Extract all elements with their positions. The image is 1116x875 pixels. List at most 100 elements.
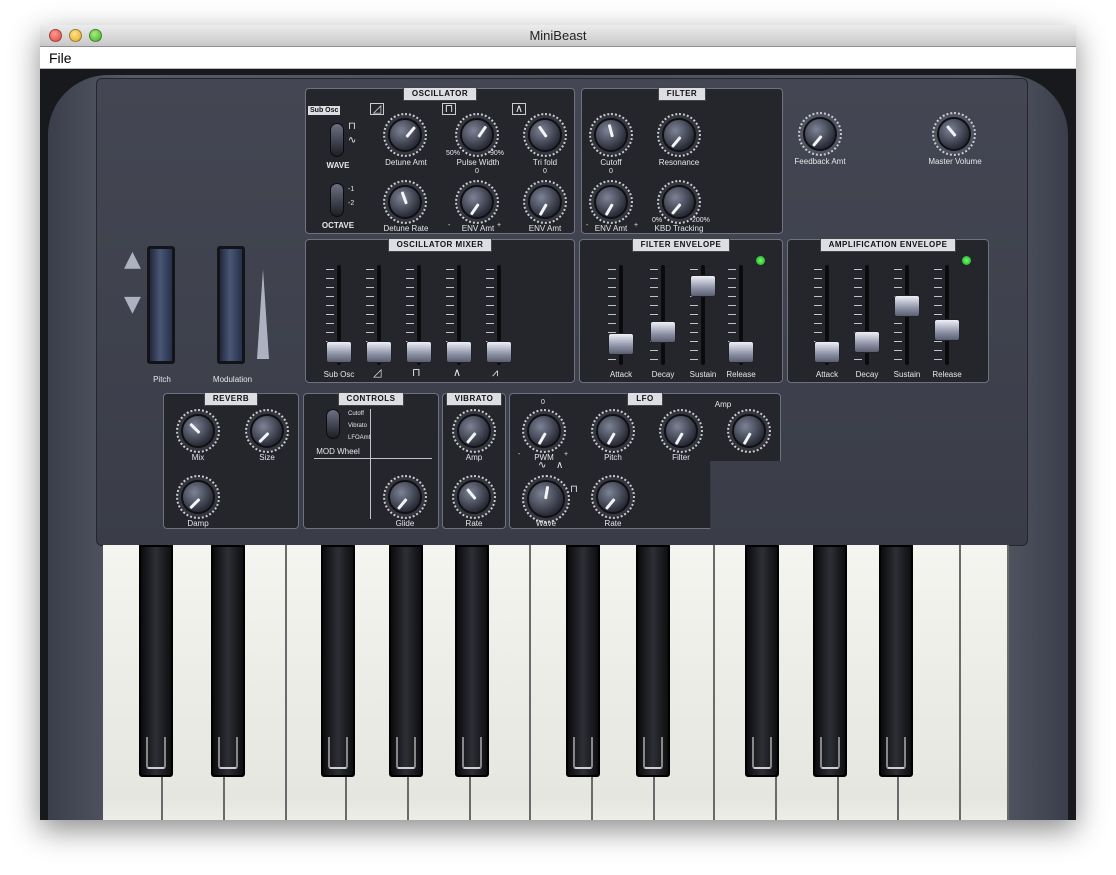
master-volume-knob[interactable] <box>932 112 976 156</box>
lfo-rate-knob[interactable] <box>591 475 635 519</box>
fader-tick <box>934 278 942 279</box>
fader-cap[interactable] <box>326 341 352 363</box>
lfo-pitch-knob[interactable] <box>591 409 635 453</box>
fader-cap[interactable] <box>894 295 920 318</box>
tri-fold-knob[interactable] <box>523 113 567 157</box>
fader-tick <box>934 359 942 360</box>
feedback-amt-knob[interactable] <box>798 112 842 156</box>
lfo-wave-knob[interactable] <box>522 475 570 523</box>
zoom-button[interactable] <box>89 29 102 42</box>
wave-switch[interactable] <box>330 123 344 157</box>
mixer-fader-saw[interactable] <box>366 265 392 365</box>
pitch-down-arrow-icon: ▼ <box>124 292 141 317</box>
fader-tick <box>406 269 414 270</box>
reverb-damp-knob[interactable] <box>176 475 220 519</box>
fader-cap[interactable] <box>650 321 676 343</box>
close-button[interactable] <box>49 29 62 42</box>
detune-amt-knob[interactable] <box>383 113 427 157</box>
lfo-filter-knob[interactable] <box>659 409 703 453</box>
kbd-tracking-knob[interactable] <box>657 180 701 224</box>
octave-label: OCTAVE <box>321 221 355 230</box>
black-key[interactable] <box>745 545 779 777</box>
octave-minus-1: -1 <box>348 186 355 193</box>
mixer-fader-square[interactable] <box>406 265 432 365</box>
fader-cap[interactable] <box>446 341 472 363</box>
resonance-label: Resonance <box>658 158 700 167</box>
title-bar: MiniBeast <box>40 25 1076 47</box>
filter-env-decay-fader[interactable] <box>650 265 676 365</box>
pitch-wheel[interactable] <box>147 246 175 364</box>
amp-env-attack-fader[interactable] <box>814 265 840 365</box>
amp-env-decay-fader[interactable] <box>854 265 880 365</box>
fader-cap[interactable] <box>608 333 634 355</box>
fader-tick <box>608 359 616 360</box>
cutoff-label: Cutoff <box>600 158 622 167</box>
black-key[interactable] <box>813 545 847 777</box>
lfo-amp-knob[interactable] <box>727 409 771 453</box>
filter-env-sustain-fader[interactable] <box>690 265 716 365</box>
modulation-wheel[interactable] <box>217 246 245 364</box>
black-key[interactable] <box>139 545 173 777</box>
fader-cap[interactable] <box>690 274 716 297</box>
vibrato-rate-knob[interactable] <box>452 475 496 519</box>
amp-env-sustain-fader[interactable] <box>894 265 920 365</box>
fader-tick <box>446 305 454 306</box>
white-key[interactable] <box>961 545 1009 820</box>
fader-tick <box>728 287 736 288</box>
fader-cap[interactable] <box>406 341 432 363</box>
osc-env-amt-knob[interactable] <box>455 180 499 224</box>
detune-rate-label: Detune Rate <box>383 224 429 233</box>
tri-env-amt-knob[interactable] <box>523 180 567 224</box>
amp-env-release-fader[interactable] <box>934 265 960 365</box>
minimize-button[interactable] <box>69 29 82 42</box>
black-key[interactable] <box>389 545 423 777</box>
filter-env-attack-fader[interactable] <box>608 265 634 365</box>
octave-switch[interactable] <box>330 183 344 217</box>
fader-cap[interactable] <box>854 330 880 353</box>
fader-tick <box>690 332 698 333</box>
amp-env-sustain-label: Sustain <box>893 370 921 379</box>
filter-env-attack-label: Attack <box>609 370 633 379</box>
lfo-rate-label: Rate <box>604 519 622 528</box>
black-key[interactable] <box>211 545 245 777</box>
fader-tick <box>326 287 334 288</box>
vibrato-amp-knob[interactable] <box>452 409 496 453</box>
tri-env-amt-label: ENV Amt <box>528 224 562 233</box>
detune-rate-knob[interactable] <box>383 180 427 224</box>
fader-cap[interactable] <box>486 341 512 363</box>
fader-cap[interactable] <box>366 341 392 363</box>
menu-file[interactable]: File <box>40 50 72 66</box>
fader-tick <box>608 269 616 270</box>
pw-min-label: 50% <box>446 150 461 157</box>
reverb-title: REVERB <box>203 392 259 406</box>
fader-tick <box>728 278 736 279</box>
mixer-fader-sub-osc[interactable] <box>326 265 352 365</box>
black-key[interactable] <box>566 545 600 777</box>
fader-cap[interactable] <box>934 319 960 342</box>
fader-tick <box>650 359 658 360</box>
vibrato-section: VIBRATO Amp Rate <box>442 392 506 529</box>
glide-knob[interactable] <box>383 475 427 519</box>
mod-wheel-switch[interactable] <box>326 409 340 439</box>
reverb-size-knob[interactable] <box>245 409 289 453</box>
mixer-fader-triangle[interactable] <box>446 265 472 365</box>
fader-tick <box>934 341 942 342</box>
lfo-pwm-knob[interactable] <box>522 409 566 453</box>
fader-tick <box>486 269 494 270</box>
filter-env-release-fader[interactable] <box>728 265 754 365</box>
black-key[interactable] <box>879 545 913 777</box>
fader-cap[interactable] <box>728 341 754 363</box>
mixer-fader-noise[interactable] <box>486 265 512 365</box>
filter-env-amt-knob[interactable] <box>589 180 633 224</box>
reverb-mix-knob[interactable] <box>176 409 220 453</box>
fader-cap[interactable] <box>814 341 840 363</box>
pulse-width-knob[interactable] <box>455 113 499 157</box>
cutoff-knob[interactable] <box>589 113 633 157</box>
resonance-knob[interactable] <box>657 113 701 157</box>
black-key[interactable] <box>636 545 670 777</box>
fader-tick <box>894 269 902 270</box>
fader-tick <box>446 296 454 297</box>
black-key[interactable] <box>455 545 489 777</box>
black-key[interactable] <box>321 545 355 777</box>
fader-tick <box>486 278 494 279</box>
